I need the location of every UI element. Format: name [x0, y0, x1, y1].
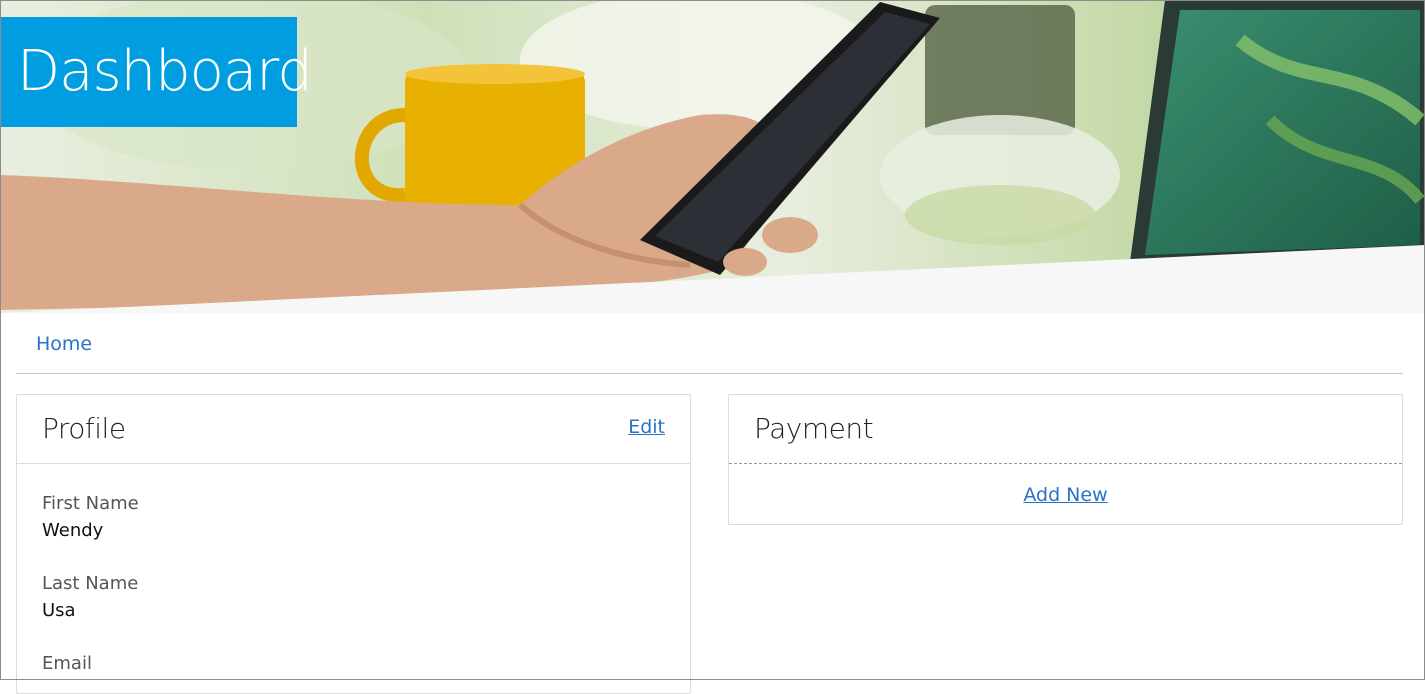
breadcrumb-home-link[interactable]: Home — [36, 333, 92, 355]
dashboard-title: Dashboard — [1, 17, 313, 127]
first-name-field: First Name Wendy — [42, 493, 139, 541]
email-label: Email — [42, 653, 92, 674]
last-name-label: Last Name — [42, 573, 139, 594]
payment-card: Payment Add New — [728, 394, 1403, 525]
profile-title: Profile — [42, 412, 126, 445]
first-name-value: Wendy — [42, 520, 104, 541]
last-name-value: Usa — [42, 600, 76, 621]
email-field: Email — [42, 653, 92, 680]
payment-title: Payment — [754, 412, 874, 445]
add-new-payment-link[interactable]: Add New — [1023, 484, 1107, 506]
profile-card-header: Profile Edit — [17, 395, 690, 464]
hero-banner: Dashboard — [0, 0, 1425, 313]
add-new-container: Add New — [729, 484, 1402, 506]
payment-card-header: Payment — [729, 395, 1402, 464]
last-name-field: Last Name Usa — [42, 573, 138, 621]
breadcrumb: Home — [16, 313, 1403, 374]
profile-card: Profile Edit First Name Wendy Last Name … — [16, 394, 691, 694]
profile-edit-link[interactable]: Edit — [628, 416, 665, 438]
first-name-label: First Name — [42, 493, 139, 514]
